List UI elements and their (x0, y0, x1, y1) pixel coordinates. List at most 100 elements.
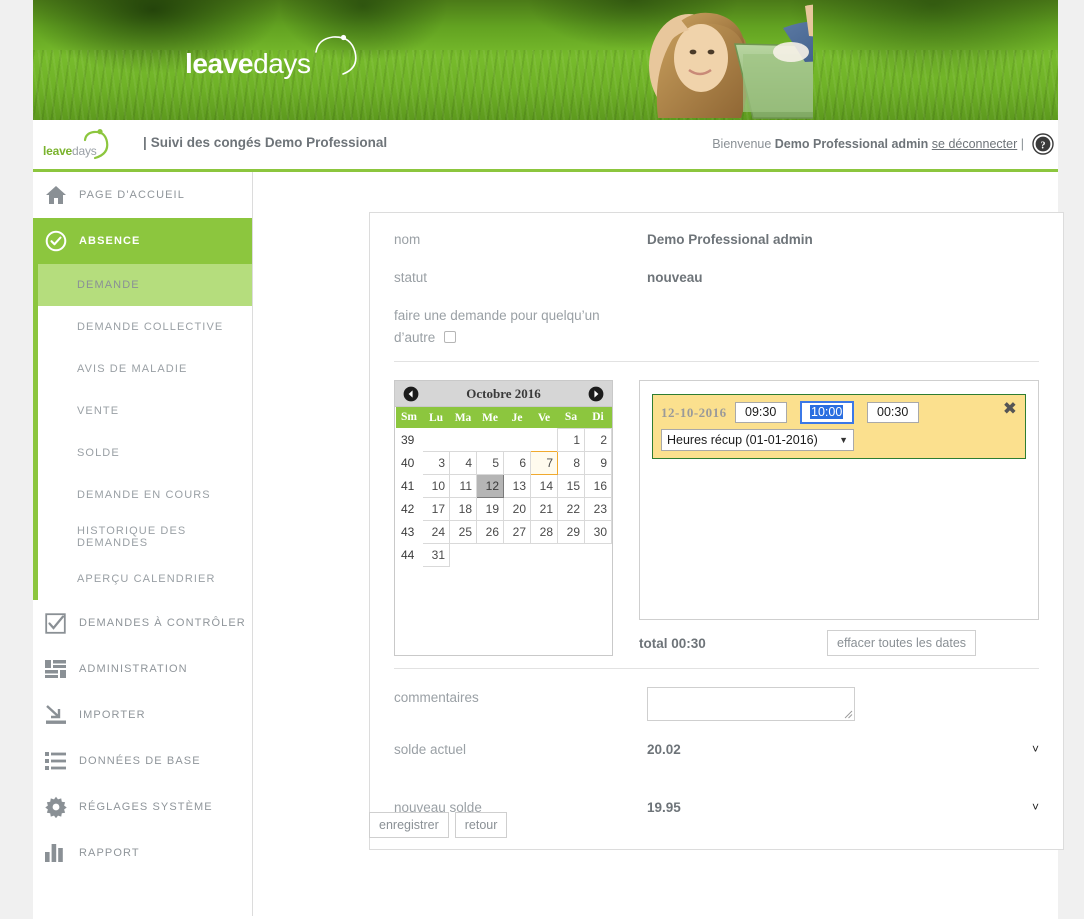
calendar-col-sa: Sa (557, 407, 585, 428)
sidebar-item-apercu-calendrier[interactable]: APERÇU CALENDRIER (38, 558, 252, 600)
entry-start-time-input[interactable]: 09:30 (734, 402, 787, 423)
sidebar-item-reglages-systeme-label: RÉGLAGES SYSTÈME (79, 801, 213, 813)
resize-grip-icon (844, 710, 853, 719)
banner-logo-swirl-icon (315, 34, 357, 75)
calendar-body: 3 9 1 2 40 3 4 5 6 7 8 9 41 10 11 12 13 1… (396, 427, 612, 567)
chevron-left-circle-icon[interactable] (403, 386, 419, 402)
calendar-day-empty (477, 428, 504, 451)
calendar-day[interactable]: 19 (476, 496, 504, 521)
calendar-col-sm: Sm (395, 407, 423, 428)
help-circle-icon[interactable]: ? (1032, 133, 1054, 155)
date-picker-calendar[interactable]: Octobre 2016 Sm Lu Ma Me Je Ve Sa Di 39 … (394, 380, 613, 656)
calendar-week-row: 40 3 4 5 6 7 8 9 (396, 450, 612, 475)
chevron-right-circle-icon[interactable] (588, 386, 604, 402)
sidebar-item-vente[interactable]: VENTE (38, 390, 252, 432)
calendar-day[interactable]: 1 (557, 427, 585, 452)
sidebar-item-home-label: PAGE D'ACCUEIL (79, 189, 185, 201)
calendar-day-today[interactable]: 7 (530, 450, 558, 475)
sidebar-item-solde[interactable]: SOLDE (38, 432, 252, 474)
calendar-day[interactable]: 9 (584, 450, 612, 475)
sidebar-item-demandes-a-controler[interactable]: DEMANDES À CONTRÔLER (33, 600, 252, 646)
calendar-day[interactable]: 31 (422, 542, 450, 567)
save-button[interactable]: enregistrer (369, 812, 449, 838)
entry-duration-input[interactable]: 00:30 (866, 402, 919, 423)
form-divider-top (394, 361, 1039, 362)
week-number: 43 (401, 524, 415, 539)
sidebar-item-demande-en-cours[interactable]: DEMANDE EN COURS (38, 474, 252, 516)
calendar-day[interactable]: 10 (422, 473, 450, 498)
calendar-day[interactable]: 28 (530, 519, 558, 544)
sidebar-item-demande-collective[interactable]: DEMANDE COLLECTIVE (38, 306, 252, 348)
calendar-day[interactable]: 29 (557, 519, 585, 544)
calendar-day[interactable]: 4 (449, 450, 477, 475)
sidebar-item-demande[interactable]: DEMANDE (38, 264, 252, 306)
sidebar-item-home[interactable]: PAGE D'ACCUEIL (33, 172, 252, 218)
sidebar-item-reglages-systeme[interactable]: RÉGLAGES SYSTÈME (33, 784, 252, 830)
calendar-day[interactable]: 8 (557, 450, 585, 475)
header-logo[interactable]: leavedays (41, 126, 113, 164)
date-selection-area: Octobre 2016 Sm Lu Ma Me Je Ve Sa Di 39 … (394, 380, 1039, 656)
solde-actuel-label: solde actuel (394, 742, 467, 757)
calendar-day[interactable]: 20 (503, 496, 531, 521)
calendar-day-empty (531, 428, 558, 451)
main-content: nom Demo Professional admin statut nouve… (254, 172, 1064, 916)
entry-end-time-input[interactable]: 10:00 (799, 401, 854, 424)
calendar-day[interactable]: 17 (422, 496, 450, 521)
week-number: 41 (401, 478, 415, 493)
sidebar-item-historique-des-demandes[interactable]: HISTORIQUE DES DEMANDES (38, 516, 252, 558)
calendar-day[interactable]: 16 (584, 473, 612, 498)
statut-label: statut (394, 270, 428, 285)
sidebar-item-donnees-de-base[interactable]: DONNÉES DE BASE (33, 738, 252, 784)
total-label: total 00:30 (639, 635, 706, 651)
calendar-week-row: 43 24 25 26 27 28 29 30 (396, 519, 612, 544)
calendar-day[interactable]: 22 (557, 496, 585, 521)
nouveau-solde-value: 19.95 (647, 800, 681, 815)
sidebar-item-solde-label: SOLDE (77, 447, 120, 459)
page-title: | Suivi des congés Demo Professional (143, 135, 387, 150)
calendar-day[interactable]: 30 (584, 519, 612, 544)
clear-all-dates-button[interactable]: effacer toutes les dates (827, 630, 977, 656)
commentaires-textarea[interactable] (647, 687, 855, 721)
calendar-day[interactable]: 24 (422, 519, 450, 544)
sidebar-item-absence[interactable]: ABSENCE (33, 218, 252, 264)
sidebar-item-avis-de-maladie[interactable]: AVIS DE MALADIE (38, 348, 252, 390)
form-row-statut: statut nouveau (394, 267, 1039, 305)
calendar-day[interactable]: 2 (584, 427, 612, 452)
sidebar-item-demande-en-cours-label: DEMANDE EN COURS (77, 489, 211, 501)
banner-logo: leavedays (185, 30, 365, 90)
form-divider-bottom (394, 668, 1039, 669)
proxy-request-checkbox[interactable] (444, 331, 457, 343)
title-pipe: | (143, 135, 147, 150)
logout-link[interactable]: se déconnecter (932, 137, 1017, 151)
calendar-day[interactable]: 21 (530, 496, 558, 521)
calendar-day[interactable]: 15 (557, 473, 585, 498)
calendar-day[interactable]: 26 (476, 519, 504, 544)
sidebar-item-apercu-calendrier-label: APERÇU CALENDRIER (77, 573, 216, 585)
entry-type-select[interactable]: Heures récup (01-01-2016) ▼ (661, 429, 854, 451)
calendar-day[interactable]: 13 (503, 473, 531, 498)
sidebar-item-rapport[interactable]: RAPPORT (33, 830, 252, 876)
proxy-request-label-line1: faire une demande pour quelqu’un (394, 308, 600, 323)
calendar-day[interactable]: 3 (422, 450, 450, 475)
calendar-day[interactable]: 18 (449, 496, 477, 521)
calendar-day[interactable]: 6 (503, 450, 531, 475)
sidebar-item-importer[interactable]: IMPORTER (33, 692, 252, 738)
back-button[interactable]: retour (454, 812, 508, 838)
close-x-icon[interactable]: ✖ (1003, 400, 1017, 417)
totals-row: total 00:30 effacer toutes les dates (639, 630, 1039, 656)
proxy-request-label: faire une demande pour quelqu’un d’autre (394, 305, 647, 349)
calendar-day[interactable]: 25 (449, 519, 477, 544)
entry-end-time-value: 10:00 (810, 405, 844, 419)
sidebar-item-rapport-label: RAPPORT (79, 847, 140, 859)
calendar-day-selected[interactable]: 12 (476, 473, 504, 498)
sidebar-item-administration[interactable]: ADMINISTRATION (33, 646, 252, 692)
sidebar-item-demandes-a-controler-label: DEMANDES À CONTRÔLER (79, 617, 246, 629)
sidebar-item-historique-des-demandes-label: HISTORIQUE DES DEMANDES (77, 525, 187, 549)
calendar-day[interactable]: 11 (449, 473, 477, 498)
calendar-day[interactable]: 27 (503, 519, 531, 544)
calendar-day[interactable]: 14 (530, 473, 558, 498)
calendar-day[interactable]: 5 (476, 450, 504, 475)
calendar-day[interactable]: 23 (584, 496, 612, 521)
calendar-col-di: Di (584, 407, 612, 428)
header-logo-swirl-icon (83, 129, 109, 160)
